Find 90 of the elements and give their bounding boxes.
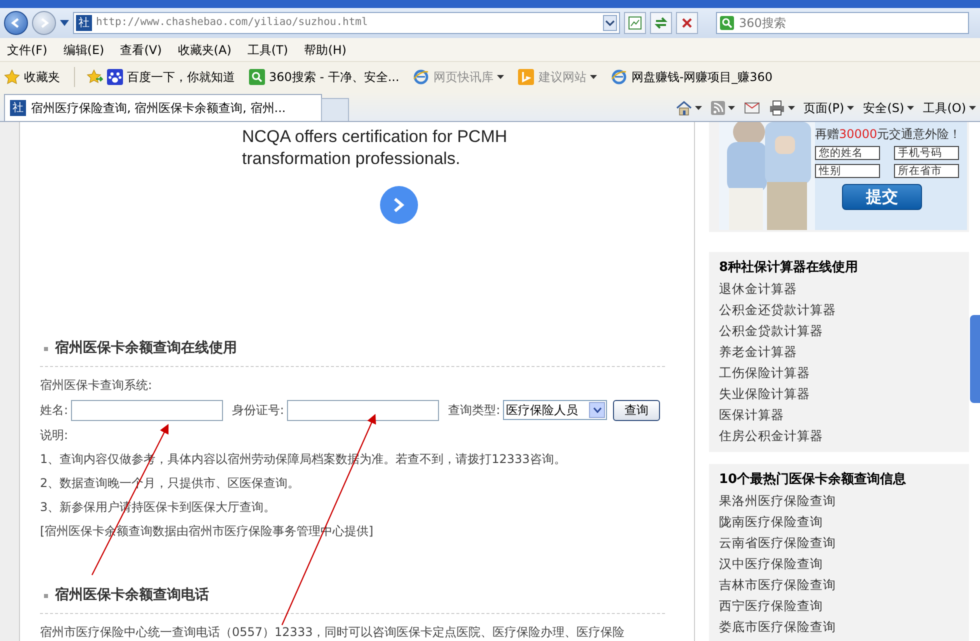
back-button[interactable] <box>4 11 28 35</box>
panel-link[interactable]: 娄底市医疗保险查询 <box>719 616 959 637</box>
compatibility-button[interactable] <box>624 12 646 34</box>
globe-icon <box>413 69 430 85</box>
input-field[interactable]: 所在省市 <box>894 164 959 178</box>
ad-headline: 再赠30000元交通意外险！ <box>815 126 959 143</box>
input-field[interactable]: 您的姓名 <box>815 146 880 160</box>
toolbar-menu[interactable]: 页面(P) <box>804 98 854 116</box>
panel-link[interactable]: 失业保险计算器 <box>719 383 959 404</box>
dropdown-icon <box>592 407 602 413</box>
dropdown-icon[interactable] <box>60 20 69 26</box>
field-label: 身份证号: <box>232 402 284 419</box>
b-logo-icon <box>518 69 534 85</box>
panel-link[interactable]: 医保计算器 <box>719 404 959 425</box>
panel-link[interactable]: 公积金贷款计算器 <box>719 320 959 341</box>
menu-item[interactable]: 收藏夹(A) <box>178 40 232 58</box>
type-select[interactable]: 医疗保险人员 <box>503 400 608 420</box>
toolbar-menu[interactable]: 安全(S) <box>863 98 914 116</box>
menu-item[interactable]: 编辑(E) <box>63 40 104 58</box>
ad-text[interactable]: NCQA offers certification for PCMH transformation professionals. <box>242 126 542 170</box>
home-icon[interactable] <box>676 100 692 116</box>
panel-link[interactable]: 公积金还贷款计算器 <box>719 299 959 320</box>
caret-icon <box>497 75 504 79</box>
search-icon <box>249 69 265 85</box>
panel-link[interactable]: 云南省医疗保险查询 <box>719 532 959 553</box>
panel-title: 8种社保计算器在线使用 <box>719 259 860 277</box>
panel-link[interactable]: 汉中医疗保险查询 <box>719 553 959 574</box>
stop-button[interactable] <box>676 12 698 34</box>
panel-link[interactable]: 吉林市医疗保险查询 <box>719 574 959 595</box>
favicon: 社 <box>10 100 26 116</box>
menu-item[interactable]: 查看(V) <box>120 40 162 58</box>
caret-icon <box>788 106 795 110</box>
favorites-link[interactable]: 百度一下，你就知道 <box>107 68 235 86</box>
refresh-icon <box>654 16 668 30</box>
menu-item[interactable]: 文件(F) <box>7 40 48 58</box>
panel-link[interactable]: 住房公积金计算器 <box>719 425 959 446</box>
phone-text: 宿州市医疗保险中心统一查询电话（0557）12333，同时可以咨询医保卡定点医院、医疗保险办理、医疗保险 <box>40 624 626 641</box>
globe-icon <box>611 69 628 85</box>
input-field[interactable] <box>71 400 224 420</box>
submit-button[interactable]: 提交 <box>842 184 922 210</box>
favorites-link[interactable]: 网盘赚钱-网赚项目_赚360 <box>611 68 773 86</box>
search-icon <box>720 16 734 30</box>
caret-icon <box>847 106 854 110</box>
feed-icon[interactable] <box>710 100 725 116</box>
field-label: 姓名: <box>40 402 68 419</box>
input-field[interactable]: 手机号码 <box>894 146 959 160</box>
bullet-icon <box>44 594 48 598</box>
section-heading: 宿州医保卡余额查询在线使用 <box>55 338 237 358</box>
favorites-link[interactable]: 360搜索 - 干净、安全... <box>249 68 400 86</box>
section-heading: 宿州医保卡余额查询电话 <box>55 586 209 605</box>
bullet-icon <box>44 346 48 350</box>
panel-link[interactable]: 养老金计算器 <box>719 341 959 362</box>
form-title: 宿州医保卡查询系统: <box>40 377 154 394</box>
caret-icon <box>907 106 914 110</box>
url-text: http://www.chashebao.com/yiliao/suzhou.html <box>96 15 369 30</box>
favorites-button[interactable]: 收藏夹 <box>4 68 60 86</box>
close-icon <box>681 17 693 29</box>
menu-item[interactable]: 工具(T) <box>247 40 288 58</box>
mail-icon[interactable] <box>744 100 760 116</box>
caret-icon <box>969 106 976 110</box>
search-field[interactable]: 360搜索 <box>716 12 969 34</box>
browser-tab[interactable]: 社 宿州医疗保险查询, 宿州医保卡余额查询, 宿州... <box>4 94 322 121</box>
next-button[interactable] <box>380 186 418 224</box>
chevron-icon <box>392 197 406 213</box>
toolbar-menu[interactable]: 工具(O) <box>923 98 976 116</box>
star-icon <box>4 69 20 85</box>
favicon: 社 <box>76 15 92 31</box>
dropdown-icon[interactable] <box>603 15 617 31</box>
caret-icon <box>728 106 735 110</box>
page-chart-icon <box>628 16 642 30</box>
caret-icon <box>694 106 702 110</box>
panel-link[interactable]: 陇南医疗保险查询 <box>719 511 959 532</box>
address-field[interactable]: 社 http://www.chashebao.com/yiliao/suzhou.html <box>73 12 620 34</box>
panel-link[interactable]: 退休金计算器 <box>719 278 959 299</box>
panel-title: 10个最热门医保卡余额查询信息 <box>719 470 908 489</box>
field-label: 查询类型: <box>448 402 500 419</box>
paw-icon <box>107 69 123 85</box>
notes-title: 说明: <box>40 427 70 444</box>
input-field[interactable] <box>287 400 440 420</box>
ad-banner[interactable]: 再赠30000元交通意外险！ 您的姓名 手机号码 性别 所在省市 提交 <box>709 122 969 232</box>
panel-link[interactable]: 工伤保险计算器 <box>719 362 959 383</box>
panel-link[interactable]: 西宁医疗保险查询 <box>719 595 959 616</box>
refresh-button[interactable] <box>650 12 672 34</box>
panel-link[interactable]: 果洛州医疗保险查询 <box>719 490 959 511</box>
add-favorite-icon[interactable] <box>85 69 103 85</box>
query-button[interactable]: 查询 <box>613 400 660 420</box>
menu-item[interactable]: 帮助(H) <box>304 40 346 58</box>
caret-icon <box>590 75 598 79</box>
print-icon[interactable] <box>768 100 785 116</box>
input-field[interactable]: 性别 <box>815 164 880 178</box>
